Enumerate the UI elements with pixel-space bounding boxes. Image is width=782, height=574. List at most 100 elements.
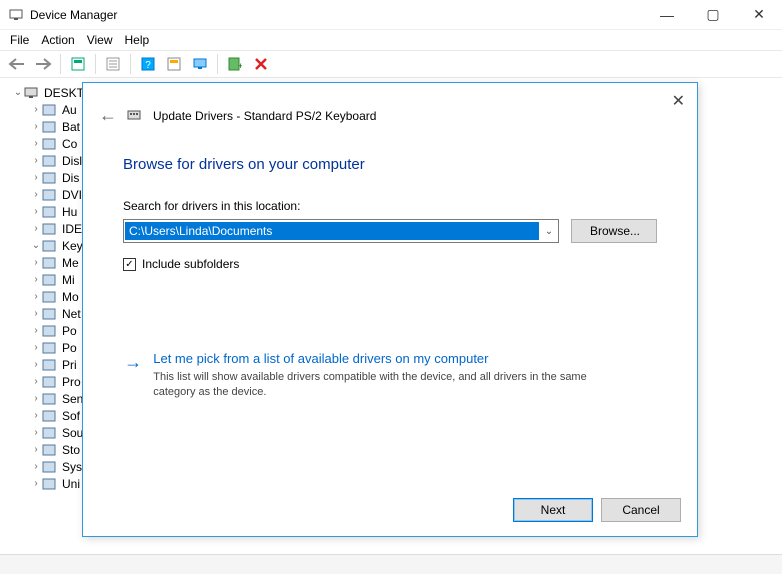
expand-icon[interactable]: › [30, 189, 42, 200]
expand-icon[interactable]: › [30, 444, 42, 455]
tree-item-label: Mo [62, 290, 79, 304]
tree-item-label: Co [62, 137, 77, 151]
menu-file[interactable]: File [10, 33, 29, 47]
statusbar [0, 554, 782, 574]
expand-icon[interactable]: › [30, 121, 42, 132]
tree-item-label: Dis [62, 171, 79, 185]
cancel-button[interactable]: Cancel [601, 498, 681, 522]
device-category-icon [42, 308, 58, 320]
expand-icon[interactable]: › [30, 223, 42, 234]
expand-icon[interactable]: ⌄ [30, 240, 42, 251]
next-button[interactable]: Next [513, 498, 593, 522]
computer-icon [24, 86, 40, 100]
device-category-icon [42, 325, 58, 337]
browse-button[interactable]: Browse... [571, 219, 657, 243]
expand-icon[interactable]: › [30, 427, 42, 438]
tree-item-label: Pro [62, 375, 81, 389]
tree-item-label: IDE [62, 222, 82, 236]
dialog-heading: Browse for drivers on your computer [123, 156, 657, 173]
tree-item-label: Mi [62, 273, 75, 287]
help-icon[interactable]: ? [137, 53, 159, 75]
close-button[interactable]: ✕ [736, 0, 782, 30]
toolbar-separator [95, 54, 96, 74]
expand-icon[interactable]: › [30, 274, 42, 285]
arrow-right-icon: → [123, 353, 143, 400]
device-category-icon [42, 444, 58, 456]
svg-text:+: + [238, 61, 242, 71]
back-arrow-icon[interactable] [6, 53, 28, 75]
monitor-icon[interactable] [189, 53, 211, 75]
svg-text:?: ? [145, 60, 151, 71]
expand-icon[interactable]: › [30, 393, 42, 404]
maximize-button[interactable]: ▢ [690, 0, 736, 30]
tree-item-label: Net [62, 307, 81, 321]
expand-icon[interactable]: › [30, 155, 42, 166]
device-category-icon [42, 206, 58, 218]
expand-icon[interactable]: › [30, 359, 42, 370]
dialog-back-icon[interactable]: ← [99, 105, 117, 126]
expand-icon[interactable]: › [30, 138, 42, 149]
pick-from-list-link[interactable]: → Let me pick from a list of available d… [123, 351, 657, 400]
include-subfolders-checkbox[interactable]: ✓ Include subfolders [123, 257, 657, 271]
tree-item-label: Me [62, 256, 79, 270]
expand-icon[interactable]: › [30, 172, 42, 183]
expand-icon[interactable]: › [30, 376, 42, 387]
expand-icon[interactable]: › [30, 342, 42, 353]
menu-view[interactable]: View [87, 33, 113, 47]
device-category-icon [42, 240, 58, 252]
expand-icon[interactable]: › [30, 257, 42, 268]
expand-icon[interactable]: › [30, 461, 42, 472]
toolbar-separator [217, 54, 218, 74]
device-category-icon [42, 274, 58, 286]
dialog-close-icon[interactable]: ✕ [672, 91, 685, 111]
expand-icon[interactable]: › [30, 104, 42, 115]
expand-icon[interactable]: › [30, 410, 42, 421]
collapse-icon[interactable]: ⌄ [12, 87, 24, 98]
path-combobox[interactable]: C:\Users\Linda\Documents ⌄ [123, 219, 559, 243]
search-location-label: Search for drivers in this location: [123, 199, 657, 213]
tree-item-label: Sof [62, 409, 80, 423]
tree-item-label: Hu [62, 205, 77, 219]
tree-item-label: Au [62, 103, 77, 117]
minimize-button[interactable]: — [644, 0, 690, 30]
tree-item-label: Po [62, 341, 77, 355]
remove-icon[interactable] [250, 53, 272, 75]
menu-help[interactable]: Help [125, 33, 150, 47]
dialog-title: Update Drivers - Standard PS/2 Keyboard [153, 109, 376, 123]
device-category-icon [42, 189, 58, 201]
tree-item-label: DVI [62, 188, 82, 202]
scan-icon[interactable] [163, 53, 185, 75]
device-category-icon [42, 223, 58, 235]
update-driver-dialog: ✕ ← Update Drivers - Standard PS/2 Keybo… [82, 82, 698, 537]
window-title: Device Manager [30, 8, 117, 22]
dropdown-icon[interactable]: ⌄ [540, 226, 558, 237]
app-icon [8, 7, 24, 23]
tree-item-label: Sys [62, 460, 82, 474]
device-category-icon [42, 104, 58, 116]
path-value: C:\Users\Linda\Documents [125, 222, 539, 240]
forward-arrow-icon[interactable] [32, 53, 54, 75]
tree-item-label: Disl [62, 154, 82, 168]
expand-icon[interactable]: › [30, 325, 42, 336]
show-hidden-icon[interactable] [67, 53, 89, 75]
device-category-icon [42, 410, 58, 422]
tree-item-label: Key [62, 239, 83, 253]
menu-action[interactable]: Action [41, 33, 74, 47]
device-category-icon [42, 172, 58, 184]
add-device-icon[interactable]: + [224, 53, 246, 75]
tree-item-label: Sou [62, 426, 83, 440]
expand-icon[interactable]: › [30, 308, 42, 319]
expand-icon[interactable]: › [30, 478, 42, 489]
tree-item-label: Po [62, 324, 77, 338]
include-subfolders-label: Include subfolders [142, 257, 239, 271]
device-category-icon [42, 393, 58, 405]
expand-icon[interactable]: › [30, 291, 42, 302]
properties-icon[interactable] [102, 53, 124, 75]
expand-icon[interactable]: › [30, 206, 42, 217]
toolbar: ? + [0, 50, 782, 78]
device-category-icon [42, 155, 58, 167]
device-category-icon [42, 138, 58, 150]
pick-link-desc: This list will show available drivers co… [153, 370, 617, 400]
tree-item-label: Sto [62, 443, 80, 457]
device-category-icon [42, 257, 58, 269]
